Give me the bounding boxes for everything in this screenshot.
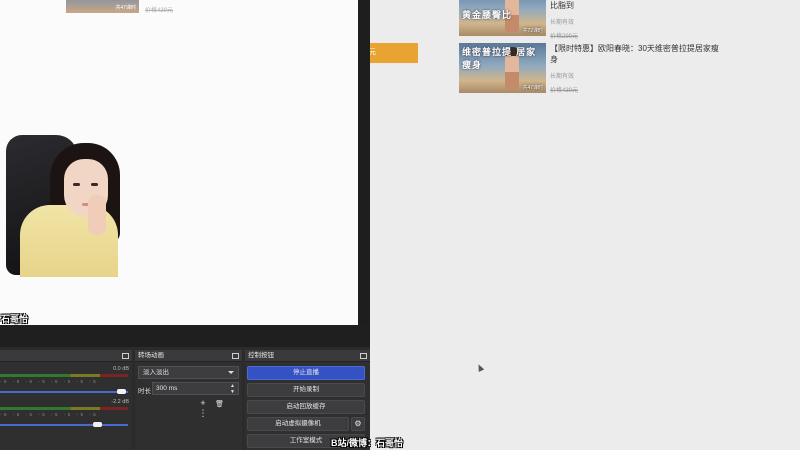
course-title[interactable]: 比脂到 xyxy=(550,0,720,11)
preview-course-thumbnail: 共47课时 xyxy=(66,0,139,13)
webcam-source[interactable] xyxy=(6,135,120,277)
volume-meter xyxy=(0,407,128,410)
thumbnail-title: 黄金腰臀比 xyxy=(462,11,513,21)
duration-input[interactable]: 300 ms ▲ ▼ xyxy=(152,382,239,395)
streamer-hand xyxy=(88,195,106,235)
stop-streaming-button[interactable]: 停止直播 xyxy=(247,366,365,380)
preview-lesson-count: 共47课时 xyxy=(115,5,136,11)
eye xyxy=(91,183,98,186)
course-title[interactable]: 【限时特惠】欧阳春晓：30天维密普拉提居家瘦身 xyxy=(550,43,720,65)
transition-toolbar: + 🗑 ⋮ xyxy=(196,398,242,419)
volume-slider-handle[interactable] xyxy=(93,422,102,427)
float-dock-icon[interactable] xyxy=(122,353,129,359)
lesson-count: 共47课时 xyxy=(522,85,543,91)
duration-value: 300 ms xyxy=(156,385,178,392)
transitions-dock: 转场动画 淡入淡出 时长 300 ms ▲ ▼ + 🗑 ⋮ xyxy=(135,350,242,450)
audio-mixer-header xyxy=(0,350,132,362)
course-card[interactable]: 黄金腰臀比 共72课时 比脂到 长期有效 价格299元 xyxy=(459,0,719,40)
course-price: 价格439元 xyxy=(550,88,579,94)
volume-slider-handle[interactable] xyxy=(117,389,126,394)
float-dock-icon[interactable] xyxy=(360,353,367,359)
course-thumbnail[interactable]: 维密普拉提 居家瘦身 共47课时 xyxy=(459,43,546,93)
volume-db: 0.0 dB xyxy=(113,366,129,372)
volume-db: -2.2 dB xyxy=(111,399,129,405)
course-price: 价格299元 xyxy=(550,34,579,40)
volume-slider[interactable] xyxy=(0,424,128,426)
start-replay-buffer-button[interactable]: 启动回放缓存 xyxy=(247,400,365,414)
thumbnail-title: 维密普拉提 居家瘦身 xyxy=(462,48,537,71)
gear-icon[interactable]: ⚙ xyxy=(351,417,365,431)
float-dock-icon[interactable] xyxy=(232,353,239,359)
course-info: 【限时特惠】欧阳春晓：30天维密普拉提居家瘦身 长期有效 价格439元 xyxy=(550,43,720,94)
course-thumbnail[interactable]: 黄金腰臀比 共72课时 xyxy=(459,0,546,36)
transition-selected: 淡入淡出 xyxy=(143,369,169,376)
duration-label: 时长 xyxy=(138,388,151,395)
spin-arrows-icon[interactable]: ▲ ▼ xyxy=(230,383,235,395)
start-recording-button[interactable]: 开始录制 xyxy=(247,383,365,397)
streamer-name-watermark: 石哥怡 xyxy=(1,314,29,324)
controls-dock: 控制按钮 停止直播 开始录制 启动回放缓存 启动虚拟摄像机 ⚙ 工作室模式 xyxy=(245,350,370,450)
transitions-header: 转场动画 xyxy=(135,350,242,362)
more-icon[interactable]: ⋮ xyxy=(196,408,210,419)
stream-preview[interactable]: 共47课时 价格439元 石哥怡 xyxy=(0,0,358,325)
meter-ticks: -5 -5 -5 -5 -5 -5 -5 -5 xyxy=(0,412,99,417)
purchase-button[interactable]: 元 xyxy=(366,43,418,63)
mouse-cursor-icon xyxy=(475,363,485,372)
course-card[interactable]: 维密普拉提 居家瘦身 共47课时 【限时特惠】欧阳春晓：30天维密普拉提居家瘦身… xyxy=(459,43,720,94)
course-validity: 长期有效 xyxy=(550,74,575,80)
controls-title: 控制按钮 xyxy=(248,352,274,359)
start-virtual-camera-button[interactable]: 启动虚拟摄像机 xyxy=(247,417,349,431)
lesson-count: 共72课时 xyxy=(522,28,543,34)
transition-select[interactable]: 淡入淡出 xyxy=(138,366,239,379)
controls-header: 控制按钮 xyxy=(245,350,370,362)
volume-slider[interactable] xyxy=(0,391,128,393)
add-icon[interactable]: + xyxy=(196,398,210,408)
social-watermark: B站/微博：石哥怡 xyxy=(331,438,404,448)
volume-meter xyxy=(0,374,128,377)
trash-icon[interactable]: 🗑 xyxy=(213,400,227,408)
preview-edge xyxy=(358,0,370,340)
transitions-title: 转场动画 xyxy=(138,352,164,359)
course-validity: 长期有效 xyxy=(550,20,575,26)
chevron-down-icon xyxy=(228,371,234,374)
audio-mixer-dock: 0.0 dB -5 -5 -5 -5 -5 -5 -5 -5 -2.2 dB -… xyxy=(0,350,132,450)
obs-window: 共47课时 价格439元 石哥怡 0.0 dB -5 -5 -5 -5 -5 -… xyxy=(0,0,370,450)
dock-splitter[interactable] xyxy=(0,325,370,347)
preview-course-price: 价格439元 xyxy=(145,8,174,14)
meter-ticks: -5 -5 -5 -5 -5 -5 -5 -5 xyxy=(0,379,99,384)
eye xyxy=(73,183,80,186)
course-info: 比脂到 长期有效 价格299元 xyxy=(550,0,720,40)
